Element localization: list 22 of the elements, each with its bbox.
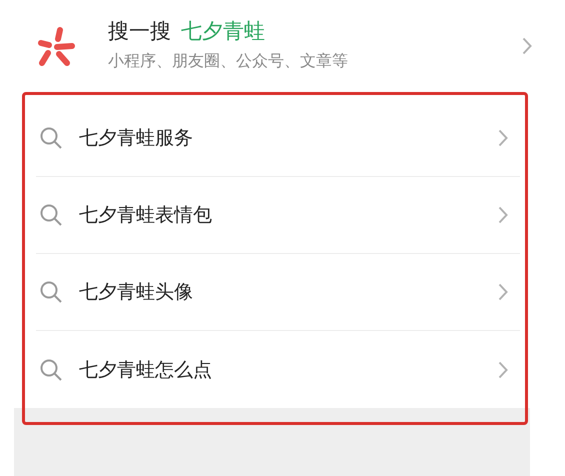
chevron-right-icon [498, 206, 508, 224]
search-icon [39, 203, 63, 227]
chevron-right-icon [498, 360, 508, 378]
chevron-right-icon [498, 129, 508, 147]
suggestion-item[interactable]: 七夕青蛙表情包 [36, 177, 520, 254]
search-query: 七夕青蛙 [181, 18, 265, 44]
suggestion-text: 七夕青蛙头像 [79, 280, 194, 305]
search-entry[interactable]: 搜一搜 七夕青蛙 小程序、朋友圈、公众号、文章等 [0, 0, 565, 92]
search-icon [39, 358, 63, 382]
search-label: 搜一搜 [108, 18, 171, 44]
suggestion-text: 七夕青蛙怎么点 [79, 358, 213, 382]
suggestion-item[interactable]: 七夕青蛙头像 [36, 254, 520, 331]
logo-icon [36, 25, 76, 67]
search-subtitle: 小程序、朋友圈、公众号、文章等 [108, 50, 349, 72]
suggestion-item[interactable]: 七夕青蛙怎么点 [36, 331, 520, 408]
chevron-right-icon [522, 37, 532, 55]
suggestion-item[interactable]: 七夕青蛙服务 [36, 100, 520, 177]
search-icon [39, 126, 63, 150]
suggestion-text: 七夕青蛙表情包 [79, 203, 213, 228]
suggestion-text: 七夕青蛙服务 [79, 126, 194, 151]
chevron-right-icon [498, 283, 508, 301]
search-icon [39, 280, 63, 304]
